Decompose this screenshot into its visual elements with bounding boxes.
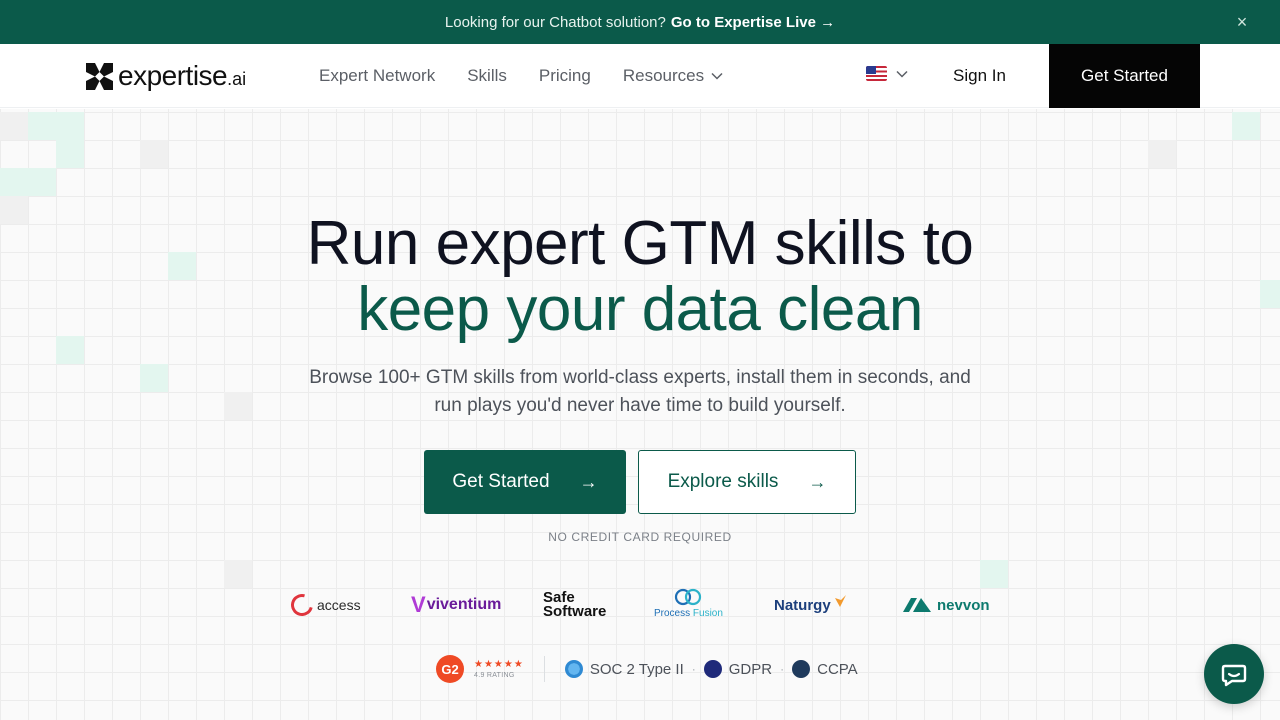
chat-widget-button[interactable]	[1204, 644, 1264, 704]
grid-tile	[1148, 140, 1176, 168]
logo-text: viventium	[426, 596, 502, 613]
grid-tile	[224, 560, 252, 588]
grid-tile	[140, 140, 168, 168]
grid-tile	[28, 112, 56, 140]
nav-item-label: Pricing	[538, 66, 591, 85]
nav-item-resources[interactable]: Resources	[623, 66, 723, 86]
nevvon-mark-icon	[903, 598, 931, 612]
ccpa-badge: CCPA	[792, 660, 858, 678]
star-rating-icon: ★★★★★	[474, 658, 524, 670]
expertise-logo[interactable]: expertise .ai	[86, 60, 246, 92]
chevron-down-icon	[711, 72, 723, 80]
ccpa-seal-icon	[792, 660, 811, 678]
close-icon[interactable]: ×	[1232, 12, 1252, 32]
logo-text: nevvon	[937, 596, 990, 614]
process-fusion-mark-icon	[675, 588, 702, 606]
access-logo: access	[286, 588, 361, 622]
logo-text: Software	[543, 603, 607, 620]
access-ring-icon	[286, 589, 318, 621]
expertise-live-link[interactable]: Go to Expertise Live →	[671, 14, 835, 31]
logo-text: Naturgy	[774, 596, 831, 614]
separator-dot: ·	[691, 662, 696, 676]
soc2-icon	[564, 660, 583, 678]
gdpr-badge: GDPR	[703, 660, 773, 678]
announcement-text: Looking for our Chatbot solution?	[444, 13, 666, 31]
grid-tile	[28, 168, 56, 196]
arrow-right-icon: →	[808, 471, 827, 492]
nav-item-label: Skills	[467, 66, 507, 85]
logo-word: expertise	[118, 60, 228, 91]
logo-mark-icon	[86, 62, 113, 90]
viventium-logo: V viventium	[411, 588, 501, 622]
chevron-down-icon	[896, 70, 908, 78]
grid-tile	[1232, 112, 1260, 140]
badge-label: CCPA	[817, 660, 858, 678]
badge-label: SOC 2 Type II	[589, 660, 684, 678]
eu-stars-icon	[703, 660, 722, 678]
top-nav: expertise .ai Expert Network Skills Pric…	[0, 44, 1280, 108]
nav-item-label: Resources	[622, 66, 705, 85]
g2-rating: ★★★★★ 4.9 RATING	[474, 658, 524, 679]
naturgy-leaf-icon	[834, 595, 846, 607]
logo-text: access	[317, 597, 361, 613]
chat-bubble-icon	[1221, 664, 1247, 687]
trust-badges: G2 ★★★★★ 4.9 RATING SOC 2 Type II · GDPR…	[436, 655, 858, 683]
grid-tile	[0, 168, 28, 196]
no-credit-card-note: NO CREDIT CARD REQUIRED	[548, 530, 732, 544]
viventium-v-icon: V	[411, 592, 426, 617]
grid-tile	[56, 112, 84, 140]
hero-get-started-button[interactable]: Get Started →	[424, 450, 626, 514]
nav-item-expert-network[interactable]: Expert Network	[319, 66, 435, 86]
logo-text: Fusion	[692, 608, 723, 619]
nav-item-pricing[interactable]: Pricing	[539, 66, 591, 86]
sign-in-link[interactable]: Sign In	[953, 44, 1006, 108]
g2-logo-icon: G2	[436, 655, 464, 683]
button-label: Get Started	[452, 471, 550, 492]
nav-item-label: Expert Network	[319, 66, 436, 85]
customer-logos: access V viventium Safe Software Process…	[0, 588, 1280, 622]
divider	[543, 656, 545, 682]
logo-text: Process Fusion	[654, 608, 723, 619]
separator-dot: ·	[780, 662, 785, 676]
naturgy-logo: Naturgy	[774, 588, 847, 622]
nav-item-skills[interactable]: Skills	[467, 66, 507, 86]
nav-get-started-button[interactable]: Get Started	[1049, 44, 1200, 108]
announcement-bar: Looking for our Chatbot solution? Go to …	[0, 0, 1280, 44]
button-label: Explore skills	[667, 471, 779, 492]
grid-tile	[224, 392, 252, 420]
arrow-right-icon: →	[579, 471, 598, 492]
grid-tile	[0, 112, 28, 140]
process-fusion-logo: Process Fusion	[654, 588, 723, 622]
logo-suffix: .ai	[227, 69, 247, 89]
soc2-badge: SOC 2 Type II	[564, 660, 684, 678]
safe-software-logo: Safe Software	[543, 588, 606, 622]
nevvon-logo: nevvon	[903, 588, 990, 622]
us-flag-icon	[866, 66, 887, 81]
grid-tile	[56, 140, 84, 168]
hero-subtitle: Browse 100+ GTM skills from world-class …	[309, 367, 971, 416]
logo-text: Process	[654, 608, 691, 619]
language-selector[interactable]	[866, 66, 908, 81]
grid-tile	[140, 364, 168, 392]
rating-text: 4.9 RATING	[474, 671, 515, 679]
hero-headline-line1: Run expert GTM skills to	[306, 209, 974, 278]
grid-tile	[980, 560, 1008, 588]
explore-skills-button[interactable]: Explore skills →	[638, 450, 856, 514]
hero-headline-line2: keep your data clean	[357, 275, 923, 344]
badge-label: GDPR	[728, 660, 773, 678]
main-menu: Expert Network Skills Pricing Resources	[319, 44, 723, 108]
